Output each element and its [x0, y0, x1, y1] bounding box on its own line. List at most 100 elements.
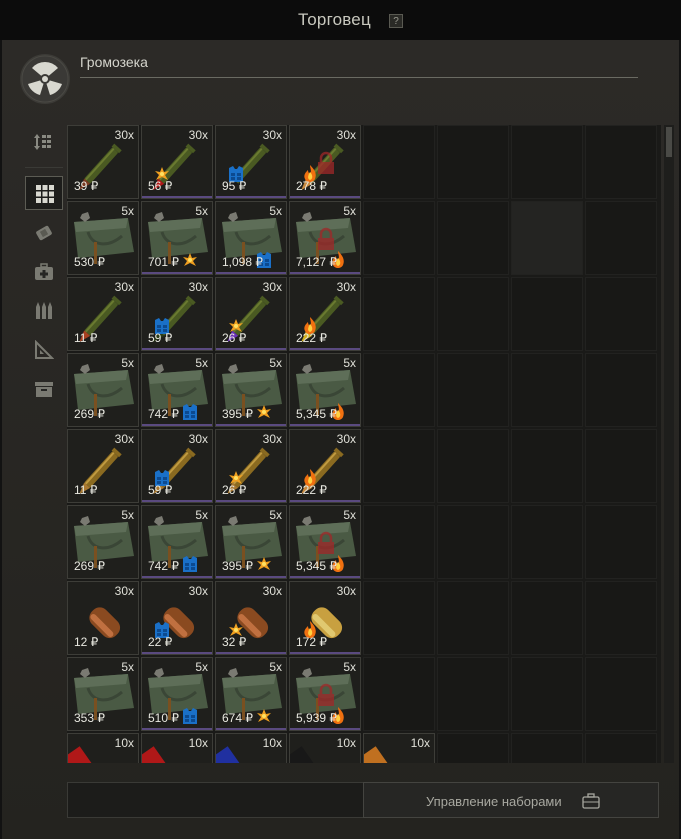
stack-count: 5x — [121, 356, 134, 370]
window-title: Торговец — [298, 10, 371, 29]
item-price: 530 ₽ — [74, 255, 105, 269]
item-slot[interactable]: 5x 5,345 ₽ — [289, 505, 361, 579]
shield-icon — [302, 516, 312, 526]
empty-slot — [437, 505, 509, 579]
empty-slot — [511, 201, 583, 275]
sidebar-item-all[interactable] — [25, 176, 63, 210]
empty-slot — [511, 657, 583, 731]
trader-name: Громозека — [80, 54, 148, 70]
slot-underline — [142, 728, 212, 730]
item-slot[interactable]: 30x 95 ₽ — [215, 125, 287, 199]
slot-underline — [216, 348, 286, 350]
slot-underline — [142, 196, 212, 198]
empty-slot — [363, 581, 435, 655]
item-slot[interactable]: 5x 701 ₽ — [141, 201, 213, 275]
item-price: 26 ₽ — [222, 331, 247, 345]
trader-avatar[interactable] — [20, 54, 70, 104]
sort-button[interactable] — [25, 125, 63, 159]
item-slot[interactable]: 30x 26 ₽ — [215, 277, 287, 351]
item-slot[interactable]: 30x 59 ₽ — [141, 429, 213, 503]
item-slot[interactable]: 30x 32 ₽ — [215, 581, 287, 655]
empty-slot — [585, 505, 657, 579]
sidebar-item-bandages[interactable] — [25, 217, 63, 251]
item-slot[interactable]: 10x — [289, 733, 361, 763]
item-price: 742 ₽ — [148, 559, 179, 573]
item-price: 7,127 ₽ — [296, 255, 337, 269]
item-slot[interactable]: 30x 59 ₽ — [141, 277, 213, 351]
slot-underline — [216, 196, 286, 198]
title-bar: Торговец ? — [0, 0, 681, 40]
stack-count: 30x — [114, 128, 134, 142]
item-slot[interactable]: 5x 395 ₽ — [215, 353, 287, 427]
item-slot[interactable]: 10x — [215, 733, 287, 763]
item-price: 353 ₽ — [74, 711, 105, 725]
item-slot[interactable]: 5x 1,098 ₽ — [215, 201, 287, 275]
item-price: 172 ₽ — [296, 635, 327, 649]
help-button[interactable]: ? — [389, 14, 403, 28]
empty-slot — [437, 353, 509, 427]
shield-icon — [302, 668, 312, 678]
empty-slot — [585, 581, 657, 655]
grid-scrollbar[interactable] — [664, 125, 674, 763]
shield-icon — [154, 212, 164, 222]
item-slot[interactable]: 30x 26 ₽ — [215, 429, 287, 503]
item-slot[interactable]: 30x 172 ₽ — [289, 581, 361, 655]
empty-slot — [511, 581, 583, 655]
item-slot[interactable]: 30x 11 ₽ — [67, 429, 139, 503]
slot-underline — [290, 272, 360, 274]
item-slot[interactable]: 10x — [363, 733, 435, 763]
item-slot[interactable]: 5x 269 ₽ — [67, 353, 139, 427]
item-slot[interactable]: 5x 5,939 ₽ — [289, 657, 361, 731]
sidebar-item-ammo[interactable] — [25, 293, 63, 327]
sidebar-item-medical[interactable] — [25, 255, 63, 289]
slot-underline — [290, 500, 360, 502]
slot-underline — [290, 728, 360, 730]
slot-underline — [290, 424, 360, 426]
item-slot[interactable]: 5x 742 ₽ — [141, 353, 213, 427]
item-slot[interactable]: 10x — [67, 733, 139, 763]
trader-name-underline — [80, 77, 638, 78]
item-slot[interactable]: 30x 222 ₽ — [289, 277, 361, 351]
burst-icon — [183, 253, 197, 266]
item-slot[interactable]: 30x 222 ₽ — [289, 429, 361, 503]
shield-icon — [228, 668, 238, 678]
empty-slot — [363, 429, 435, 503]
stack-count: 5x — [269, 508, 282, 522]
empty-slot — [585, 657, 657, 731]
empty-slot — [437, 277, 509, 351]
stack-count: 30x — [336, 280, 356, 294]
item-slot[interactable]: 5x 5,345 ₽ — [289, 353, 361, 427]
item-slot[interactable]: 5x 674 ₽ — [215, 657, 287, 731]
briefcase-icon — [582, 793, 600, 809]
slot-underline — [216, 728, 286, 730]
item-price: 59 ₽ — [148, 331, 173, 345]
item-slot[interactable]: 5x 742 ₽ — [141, 505, 213, 579]
item-slot[interactable]: 5x 269 ₽ — [67, 505, 139, 579]
item-slot[interactable]: 5x 510 ₽ — [141, 657, 213, 731]
item-slot[interactable]: 5x 530 ₽ — [67, 201, 139, 275]
item-slot[interactable]: 30x 22 ₽ — [141, 581, 213, 655]
slot-underline — [142, 500, 212, 502]
item-slot[interactable]: 30x 12 ₽ — [67, 581, 139, 655]
item-price: 222 ₽ — [296, 483, 327, 497]
item-price: 32 ₽ — [222, 635, 247, 649]
item-price: 742 ₽ — [148, 407, 179, 421]
grid-scrollbar-thumb[interactable] — [666, 127, 672, 157]
item-slot[interactable]: 30x 11 ₽ — [67, 277, 139, 351]
item-price: 11 ₽ — [74, 483, 98, 497]
grid-icon — [36, 185, 54, 203]
manage-presets-button[interactable]: Управление наборами — [363, 782, 659, 818]
stack-count: 30x — [262, 128, 282, 142]
item-slot[interactable]: 5x 7,127 ₽ — [289, 201, 361, 275]
item-slot[interactable]: 5x 353 ₽ — [67, 657, 139, 731]
item-slot[interactable]: 10x — [141, 733, 213, 763]
stack-count: 30x — [262, 584, 282, 598]
item-slot[interactable]: 30x 56 ₽ — [141, 125, 213, 199]
sidebar-item-tools[interactable] — [25, 333, 63, 367]
item-slot[interactable]: 5x 395 ₽ — [215, 505, 287, 579]
sidebar-item-containers[interactable] — [25, 372, 63, 406]
stack-count: 5x — [269, 356, 282, 370]
item-slot[interactable]: 30x 278 ₽ — [289, 125, 361, 199]
ammo-icon — [36, 302, 52, 319]
item-slot[interactable]: 30x 39 ₽ — [67, 125, 139, 199]
